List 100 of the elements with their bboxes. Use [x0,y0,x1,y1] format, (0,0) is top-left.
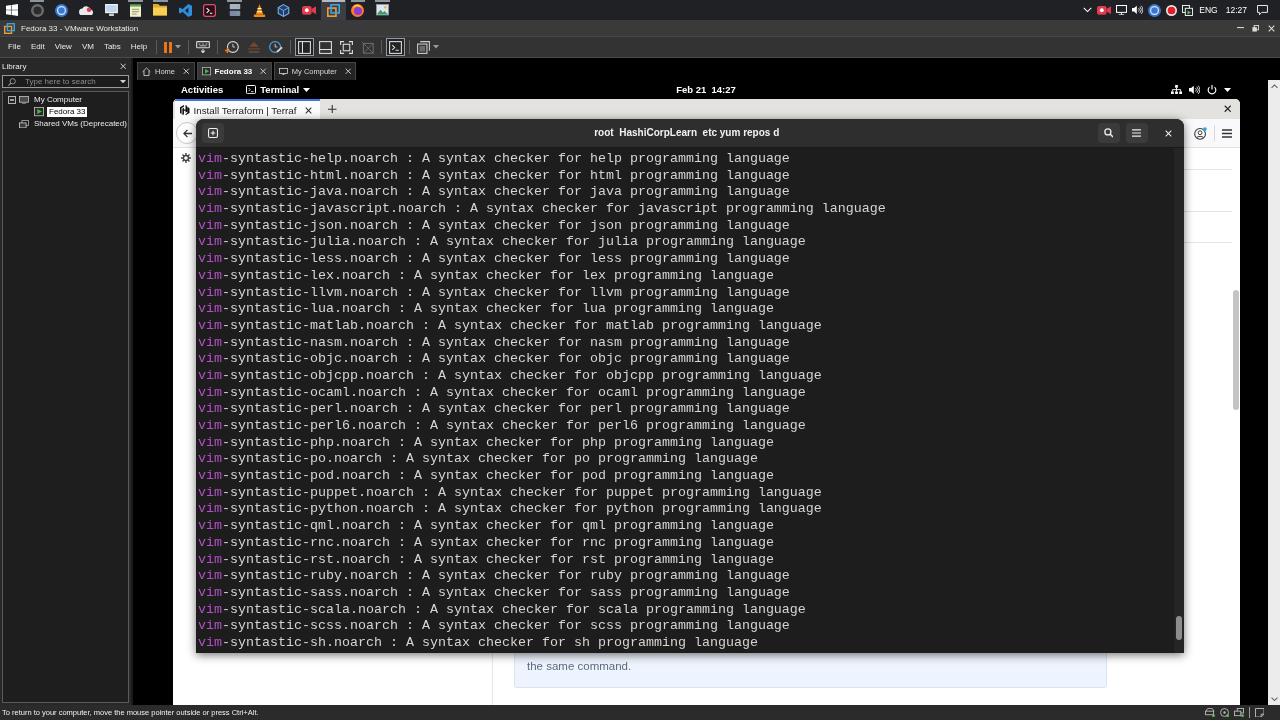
tree-item[interactable]: My Computer [32,95,84,105]
caret-icon[interactable] [120,79,126,84]
speaker-icon[interactable] [1131,5,1143,15]
tree-item[interactable]: Shared VMs (Deprecated) [32,119,129,129]
monitor-icon[interactable] [1115,4,1127,16]
terminal-line: vim-syntastic-po.noarch : A syntax checker for po programming language [198,451,759,469]
app-menu-button[interactable]: Terminal [246,83,311,96]
terminal-line: vim-syntastic-objc.noarch : A syntax checker for objc programming language [198,351,791,368]
close-icon[interactable] [305,106,313,114]
speaker-icon[interactable] [1189,84,1200,95]
menu-item[interactable]: File [3,41,26,53]
logo-icon [180,104,190,116]
terminal-line: vim-syntastic-matlab.noarch : A syntax checker for matlab programming language [198,317,823,335]
search-field[interactable]: Type here to search [2,75,129,88]
menu-item[interactable]: Help [125,41,153,53]
terminal-icon [203,3,217,17]
minimize-icon[interactable] [1236,27,1244,29]
menu-item[interactable]: View [49,41,77,53]
video-camera-icon[interactable] [1096,4,1111,16]
disc-icon [55,3,69,17]
back-button[interactable] [176,122,198,144]
terminal-line: vim-syntastic-puppet.noarch : A syntax checker for puppet programming language [198,484,823,502]
search-icon [1103,128,1114,138]
plus-icon[interactable] [328,104,337,114]
activities-button[interactable]: Activities [181,83,224,96]
record-icon[interactable] [1165,4,1177,16]
terminal-line: vim-syntastic-pod.noarch : A syntax checker for pod programming language [198,468,775,485]
terminal-line: vim-syntastic-html.noarch : A syntax checker for html programming language [198,167,791,185]
language-indicator[interactable]: ENG [1195,4,1222,16]
menu-item[interactable]: Tabs [98,41,126,53]
globe-icon [351,3,365,17]
terminal-line: vim-syntastic-lua.noarch : A syntax checker for lua programming language [198,301,775,318]
new-tab-button[interactable] [202,123,224,143]
taskbar-clock[interactable]: 12:27 [1221,4,1251,16]
scrollbar-thumb[interactable] [1176,616,1182,640]
terminal-icon [246,84,257,95]
terminal-line: vim-syntastic-json.noarch : A syntax checker for json programming language [198,217,791,235]
clock-button[interactable]: Feb 21 14:27 [676,83,736,96]
terminal-line: vim-syntastic-julia.noarch : A syntax checker for julia programming language [198,234,807,252]
stacked-windows-icon[interactable] [1181,4,1193,16]
terminal-line: vim-syntastic-llvm.noarch : A syntax checker for llvm programming language [198,284,791,302]
terminal-line: vim-syntastic-perl.noarch : A syntax checker for perl programming language [198,401,791,418]
fullscreen-icon [340,40,354,54]
restore-icon[interactable] [1252,24,1259,32]
gear-icon[interactable] [181,153,191,163]
menu-button[interactable] [1125,123,1148,143]
speech-bubble-icon[interactable] [1257,4,1268,16]
ring-icon [30,3,44,17]
note-icon[interactable] [1254,707,1264,718]
menu-icon [1132,129,1141,137]
tab[interactable]: Fedora 33 [196,62,272,80]
terminal-line: vim-syntastic-help.noarch : A syntax checker for help programming language [198,151,791,168]
console-view-button[interactable] [386,38,406,56]
terminal-line: vim-syntastic-perl6.noarch : A syntax checker for perl6 programming language [198,418,807,435]
pause-icon [164,41,173,53]
eject-icon [247,40,262,54]
collapse-icon[interactable] [8,96,16,104]
scrollbar[interactable] [1268,80,1280,705]
caret-icon[interactable] [1224,87,1231,92]
terminal-line: vim-syntastic-javascript.noarch : A syntax checker for javascript programming language [198,201,887,218]
caret-icon [433,45,440,49]
menu-icon[interactable] [1222,128,1232,138]
ribbon-icon [178,3,192,17]
terminal-line: vim-syntastic-scss.noarch : A syntax checker for scss programming language [198,618,791,635]
monitor-icon [19,95,29,105]
scrollbar-thumb[interactable] [1233,290,1239,410]
browser-tab[interactable]: Install Terraform | Terraf [175,99,321,119]
play-box-icon [201,67,211,76]
tree-item[interactable]: Fedora 33 [47,107,88,117]
account-icon[interactable] [1194,126,1207,140]
terminal-line: vim-syntastic-python.noarch : A syntax checker for python programming language [198,501,823,519]
disc-drive-icon[interactable] [1219,708,1229,717]
search-button[interactable] [1097,123,1120,143]
network-icon[interactable] [1171,84,1182,95]
network-adapter-icon[interactable] [1233,708,1244,717]
video-camera-icon [301,4,316,16]
library-view-button[interactable] [295,38,315,56]
keyboard-icon [196,40,211,54]
monitor-icon [104,4,118,16]
terminal-line: vim-syntastic-sass.noarch : A syntax checker for sass programming language [198,584,791,602]
stacked-monitors-icon [19,119,29,129]
taskbar-button[interactable] [320,0,346,20]
play-box-icon [34,107,44,117]
menu-item[interactable]: VM [76,41,99,53]
chevron-up-icon[interactable] [1270,84,1278,89]
running-indicator [128,0,144,2]
menu-item[interactable]: Edit [25,41,50,53]
running-indicator [350,0,366,2]
hard-drive-icon[interactable] [1204,708,1215,717]
clock-plus-icon [225,40,240,54]
power-icon[interactable] [1207,84,1217,95]
close-icon[interactable] [1223,105,1231,113]
monitor-icon [278,67,288,76]
overlapping-squares-icon [326,3,340,17]
running-indicator [375,0,390,2]
terminal-line: vim-syntastic-less.noarch : A syntax checker for less programming language [198,251,791,268]
disc-icon[interactable] [1147,3,1161,17]
cloud-icon [79,4,94,16]
terminal-title: root HashiCorpLearn etc yum repos d [594,127,780,139]
terminal-line: vim-syntastic-nasm.noarch : A syntax checker for nasm programming language [198,334,791,352]
